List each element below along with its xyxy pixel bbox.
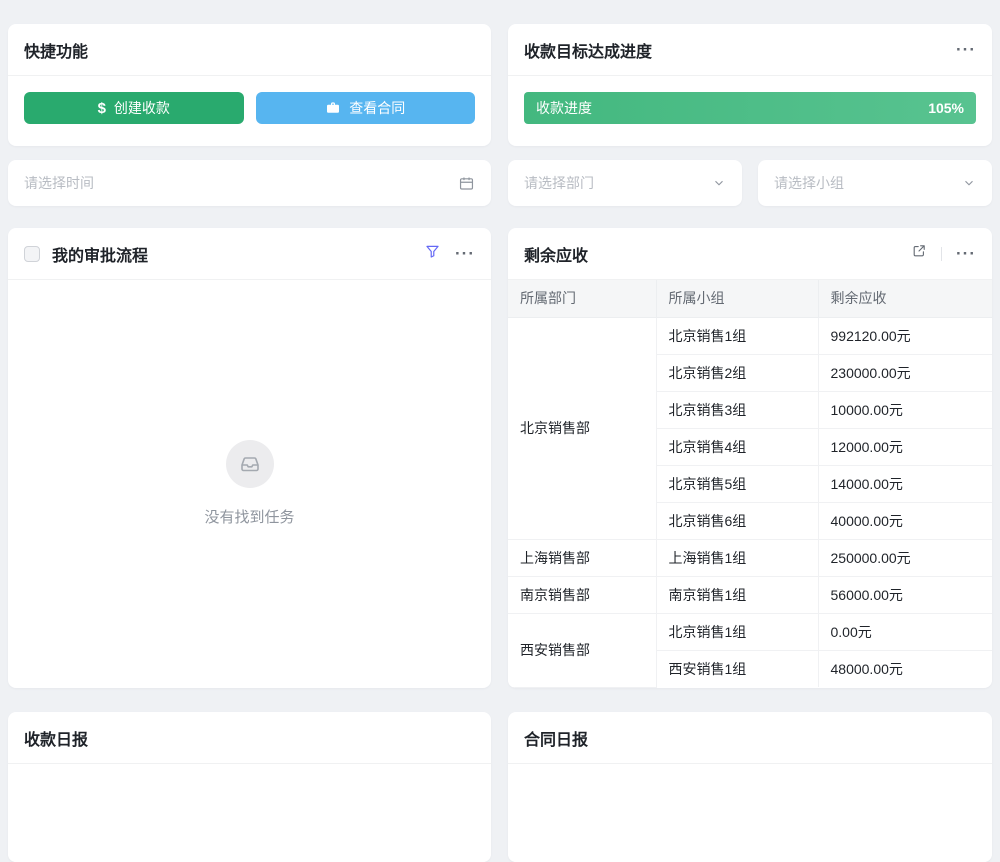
group-select[interactable]: 请选择小组 (758, 160, 992, 206)
dept-cell: 上海销售部 (508, 539, 656, 576)
group-cell: 南京销售1组 (656, 576, 818, 613)
progress-card-title: 收款目标达成进度 (524, 38, 652, 62)
time-select-placeholder: 请选择时间 (24, 173, 94, 193)
amount-cell: 12000.00元 (818, 428, 992, 465)
table-row: 北京销售部 北京销售1组 992120.00元 (508, 317, 992, 354)
amount-cell: 40000.00元 (818, 502, 992, 539)
amount-cell: 230000.00元 (818, 354, 992, 391)
col-header-group: 所属小组 (656, 280, 818, 317)
view-contract-label: 查看合同 (349, 98, 405, 118)
remaining-receivable-card: 剩余应收 所属部门 所属小组 剩余应收 北京销售部 北京销售1组 992120.… (508, 228, 992, 688)
chevron-down-icon (962, 176, 976, 190)
contract-daily-report-card: 合同日报 (508, 712, 992, 862)
receivable-table: 所属部门 所属小组 剩余应收 北京销售部 北京销售1组 992120.00元 北… (508, 280, 992, 688)
icon-divider (941, 247, 942, 261)
dept-cell: 北京销售部 (508, 317, 656, 539)
group-cell: 北京销售3组 (656, 391, 818, 428)
group-cell: 北京销售4组 (656, 428, 818, 465)
receivable-card-header: 剩余应收 (508, 228, 992, 280)
time-range-select[interactable]: 请选择时间 (8, 160, 491, 206)
col-header-department: 所属部门 (508, 280, 656, 317)
payment-report-title: 收款日报 (24, 726, 88, 750)
group-cell: 北京销售1组 (656, 317, 818, 354)
amount-cell: 250000.00元 (818, 539, 992, 576)
payment-report-header: 收款日报 (8, 712, 491, 764)
payment-report-body (8, 764, 491, 862)
quick-functions-card: 快捷功能 创建收款 查看合同 (8, 24, 491, 146)
create-payment-label: 创建收款 (114, 98, 170, 118)
amount-cell: 56000.00元 (818, 576, 992, 613)
department-select-placeholder: 请选择部门 (524, 173, 594, 193)
amount-cell: 992120.00元 (818, 317, 992, 354)
dept-cell: 西安销售部 (508, 613, 656, 687)
empty-inbox-icon (226, 440, 274, 488)
approval-flow-card: 我的审批流程 没有找到任务 (8, 228, 491, 688)
approval-card-header: 我的审批流程 (8, 228, 491, 280)
dollar-icon (98, 100, 106, 117)
amount-cell: 48000.00元 (818, 650, 992, 687)
table-row: 南京销售部 南京销售1组 56000.00元 (508, 576, 992, 613)
table-row: 上海销售部 上海销售1组 250000.00元 (508, 539, 992, 576)
group-cell: 西安销售1组 (656, 650, 818, 687)
dept-cell: 南京销售部 (508, 576, 656, 613)
amount-cell: 10000.00元 (818, 391, 992, 428)
payment-goal-progress-card: 收款目标达成进度 收款进度 105% (508, 24, 992, 146)
quick-action-buttons: 创建收款 查看合同 (8, 76, 491, 140)
chevron-down-icon (712, 176, 726, 190)
empty-state-text: 没有找到任务 (204, 506, 294, 527)
approval-empty-state: 没有找到任务 (8, 280, 491, 687)
amount-cell: 14000.00元 (818, 465, 992, 502)
table-row: 西安销售部 北京销售1组 0.00元 (508, 613, 992, 650)
select-all-checkbox[interactable] (24, 246, 40, 262)
group-cell: 北京销售2组 (656, 354, 818, 391)
group-cell: 上海销售1组 (656, 539, 818, 576)
external-link-icon[interactable] (911, 243, 927, 264)
contract-report-body (508, 764, 992, 862)
quick-functions-title: 快捷功能 (24, 38, 88, 62)
progress-body: 收款进度 105% (508, 76, 992, 140)
progress-bar-value: 105% (928, 100, 964, 116)
calendar-icon (458, 175, 475, 192)
receivable-card-title: 剩余应收 (524, 242, 588, 266)
more-menu-icon[interactable] (956, 245, 976, 262)
create-payment-button[interactable]: 创建收款 (24, 92, 244, 124)
more-menu-icon[interactable] (455, 245, 475, 262)
col-header-amount: 剩余应收 (818, 280, 992, 317)
payment-progress-bar: 收款进度 105% (524, 92, 976, 124)
progress-card-header: 收款目标达成进度 (508, 24, 992, 76)
contract-report-header: 合同日报 (508, 712, 992, 764)
approval-card-title: 我的审批流程 (52, 242, 148, 266)
filter-funnel-icon[interactable] (424, 243, 441, 265)
amount-cell: 0.00元 (818, 613, 992, 650)
view-contract-button[interactable]: 查看合同 (256, 92, 476, 124)
table-header-row: 所属部门 所属小组 剩余应收 (508, 280, 992, 317)
contract-report-title: 合同日报 (524, 726, 588, 750)
group-cell: 北京销售5组 (656, 465, 818, 502)
payment-daily-report-card: 收款日报 (8, 712, 491, 862)
group-select-placeholder: 请选择小组 (774, 173, 844, 193)
group-cell: 北京销售6组 (656, 502, 818, 539)
briefcase-icon (325, 100, 341, 116)
progress-bar-label: 收款进度 (536, 98, 592, 118)
more-menu-icon[interactable] (956, 41, 976, 58)
department-select[interactable]: 请选择部门 (508, 160, 742, 206)
quick-functions-header: 快捷功能 (8, 24, 491, 76)
group-cell: 北京销售1组 (656, 613, 818, 650)
